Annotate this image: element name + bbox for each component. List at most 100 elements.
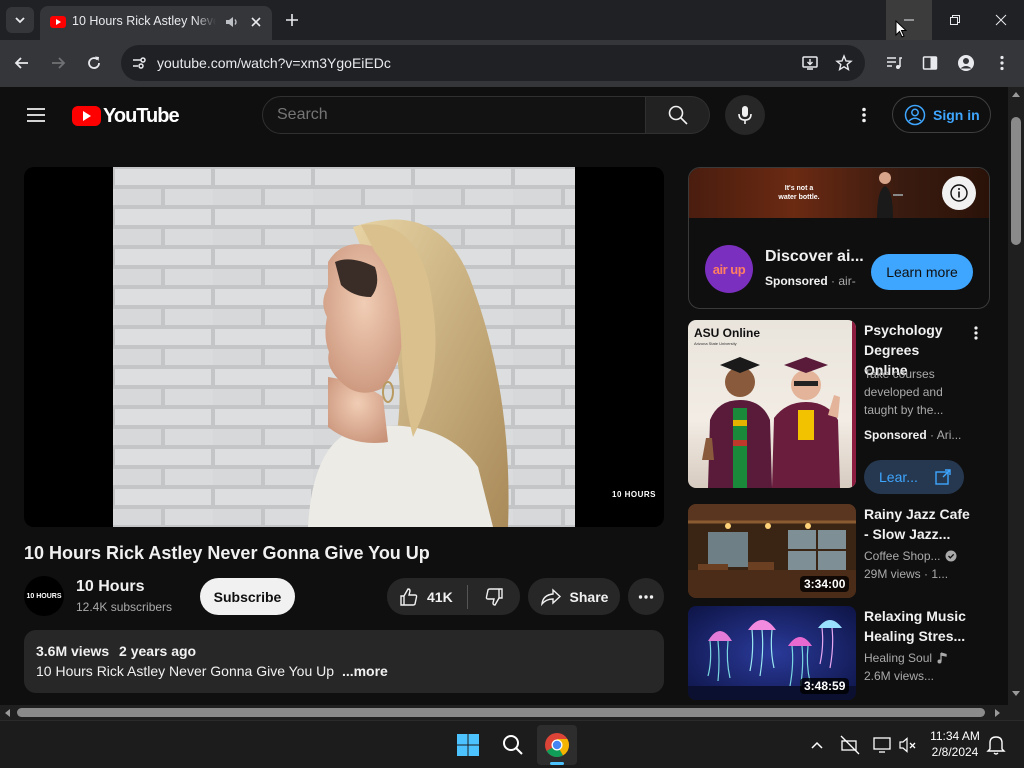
close-window-button[interactable]: [978, 0, 1024, 40]
sidebar-ad-learn-button[interactable]: Lear...: [864, 460, 964, 494]
search-input[interactable]: [277, 105, 617, 125]
notification-button[interactable]: [986, 734, 1006, 756]
network-icon[interactable]: [840, 735, 860, 755]
ad-banner-image-text: It's not a water bottle.: [778, 185, 820, 201]
display-icon[interactable]: [872, 735, 892, 755]
video-frame: [113, 167, 575, 527]
show-hidden-icons-button[interactable]: [808, 737, 826, 753]
url-text[interactable]: youtube.com/watch?v=xm3YgoEiEDc: [157, 55, 391, 71]
side-panel-button[interactable]: [915, 48, 945, 78]
like-button[interactable]: 41K: [387, 578, 467, 615]
vertical-scrollbar[interactable]: [1008, 87, 1024, 705]
asu-brand: ASU Online: [694, 326, 761, 340]
scroll-right-icon[interactable]: [995, 709, 1001, 717]
site-settings-icon[interactable]: [127, 51, 151, 75]
tab-search-button[interactable]: [6, 7, 34, 33]
sign-in-label: Sign in: [933, 106, 980, 123]
share-button[interactable]: Share: [528, 578, 620, 615]
share-label: Share: [569, 588, 609, 605]
sign-in-button[interactable]: Sign in: [892, 96, 991, 133]
back-button[interactable]: [7, 48, 37, 78]
clock[interactable]: 11:34 AM 2/8/2024: [926, 728, 984, 760]
video-duration: 3:48:59: [800, 678, 850, 694]
scrollbar-corner: [1008, 705, 1024, 720]
taskbar-chrome-button[interactable]: [537, 725, 577, 765]
address-bar[interactable]: youtube.com/watch?v=xm3YgoEiEDc: [121, 45, 865, 81]
browser-tab-active[interactable]: 10 Hours Rick Astley Never Gonna Give Yo…: [40, 6, 272, 40]
sidebar-video-item[interactable]: 3:48:59 Relaxing Music Healing Stres... …: [688, 606, 990, 700]
ad-banner[interactable]: It's not a water bottle. air up Discover…: [688, 167, 990, 309]
video-meta: 2.6M views...: [864, 669, 935, 683]
settings-menu-button[interactable]: [852, 99, 876, 131]
search-box[interactable]: [262, 96, 646, 134]
tab-audio-icon[interactable]: [224, 14, 240, 30]
media-control-button[interactable]: [879, 48, 909, 78]
scroll-left-icon[interactable]: [4, 709, 10, 717]
youtube-page: YouTube Sign in: [0, 87, 1008, 705]
clock-date: 2/8/2024: [931, 745, 979, 759]
verified-badge-icon: [945, 550, 956, 562]
sidebar-ad-description: Take courses developed and taught by the…: [864, 367, 944, 417]
channel-avatar-text: 10 HOURS: [26, 592, 62, 600]
channel-avatar[interactable]: 10 HOURS: [24, 576, 64, 616]
vertical-scroll-thumb[interactable]: [1011, 117, 1021, 245]
bookmark-star-icon[interactable]: [835, 54, 853, 72]
new-tab-button[interactable]: [280, 8, 304, 32]
music-note-icon: [937, 652, 947, 664]
description-box[interactable]: 3.6M views 2 years ago 10 Hours Rick Ast…: [24, 630, 664, 693]
scroll-up-icon[interactable]: [1012, 91, 1020, 97]
asu-thumbnail-accent: [852, 320, 856, 488]
tab-close-icon[interactable]: [248, 14, 264, 30]
bell-icon: [986, 736, 1006, 755]
minimize-button[interactable]: [886, 0, 932, 40]
asu-ad-thumbnail[interactable]: ASU Online Arizona State University: [688, 320, 856, 488]
video-channel[interactable]: Healing Soul: [864, 651, 932, 665]
ad-learn-more-button[interactable]: Learn more: [871, 254, 973, 290]
sidebar-video-item[interactable]: 3:34:00 Rainy Jazz Cafe - Slow Jazz... C…: [688, 504, 990, 598]
install-app-icon[interactable]: [801, 54, 819, 72]
restore-button[interactable]: [932, 0, 978, 40]
reload-icon: [88, 56, 100, 69]
voice-search-button[interactable]: [725, 95, 765, 135]
volume-muted-icon[interactable]: [898, 735, 918, 755]
video-channel[interactable]: Coffee Shop...: [864, 549, 941, 563]
start-button[interactable]: [452, 729, 484, 761]
restore-icon: [950, 15, 960, 25]
ad-banner-person: [877, 172, 903, 218]
forward-button[interactable]: [43, 48, 73, 78]
guide-menu-button[interactable]: [20, 99, 52, 131]
scroll-down-icon[interactable]: [1012, 691, 1020, 697]
microphone-icon: [738, 106, 752, 124]
clock-time: 11:34 AM: [930, 729, 980, 743]
profile-button[interactable]: [951, 48, 981, 78]
sidebar-ad-item[interactable]: ASU Online Arizona State University Psyc…: [688, 320, 990, 498]
more-actions-button[interactable]: [628, 578, 664, 615]
external-link-icon: [935, 469, 951, 485]
horizontal-scroll-thumb[interactable]: [17, 708, 985, 717]
ad-advertiser: air-: [838, 274, 856, 288]
dislike-button[interactable]: [468, 578, 520, 615]
search-button[interactable]: [646, 96, 710, 134]
share-icon: [540, 587, 561, 606]
thumbs-down-icon: [485, 587, 503, 606]
graduates-image: [702, 357, 840, 488]
sidebar-ad-advertiser: Ari...: [936, 428, 962, 442]
video-watermark: 10 HOURS: [612, 490, 657, 499]
description-snippet: 10 Hours Rick Astley Never Gonna Give Yo…: [36, 663, 335, 679]
ad-title: Discover ai...: [765, 248, 864, 265]
browser-menu-button[interactable]: [987, 48, 1017, 78]
ad-info-button[interactable]: [942, 176, 976, 210]
taskbar-search-button[interactable]: [497, 729, 529, 761]
search-icon: [503, 735, 523, 755]
description-more-link[interactable]: ...more: [342, 663, 388, 679]
reload-button[interactable]: [79, 48, 109, 78]
youtube-logo[interactable]: YouTube: [72, 105, 180, 127]
horizontal-scrollbar[interactable]: [0, 705, 1008, 720]
media-icon: [887, 57, 902, 69]
vertical-dots-icon: [974, 326, 978, 340]
video-player[interactable]: 10 HOURS: [24, 167, 664, 527]
channel-name[interactable]: 10 Hours: [76, 578, 144, 596]
plus-icon: [286, 14, 298, 26]
subscribe-button[interactable]: Subscribe: [200, 578, 295, 615]
sidebar-ad-menu-button[interactable]: [970, 324, 982, 342]
